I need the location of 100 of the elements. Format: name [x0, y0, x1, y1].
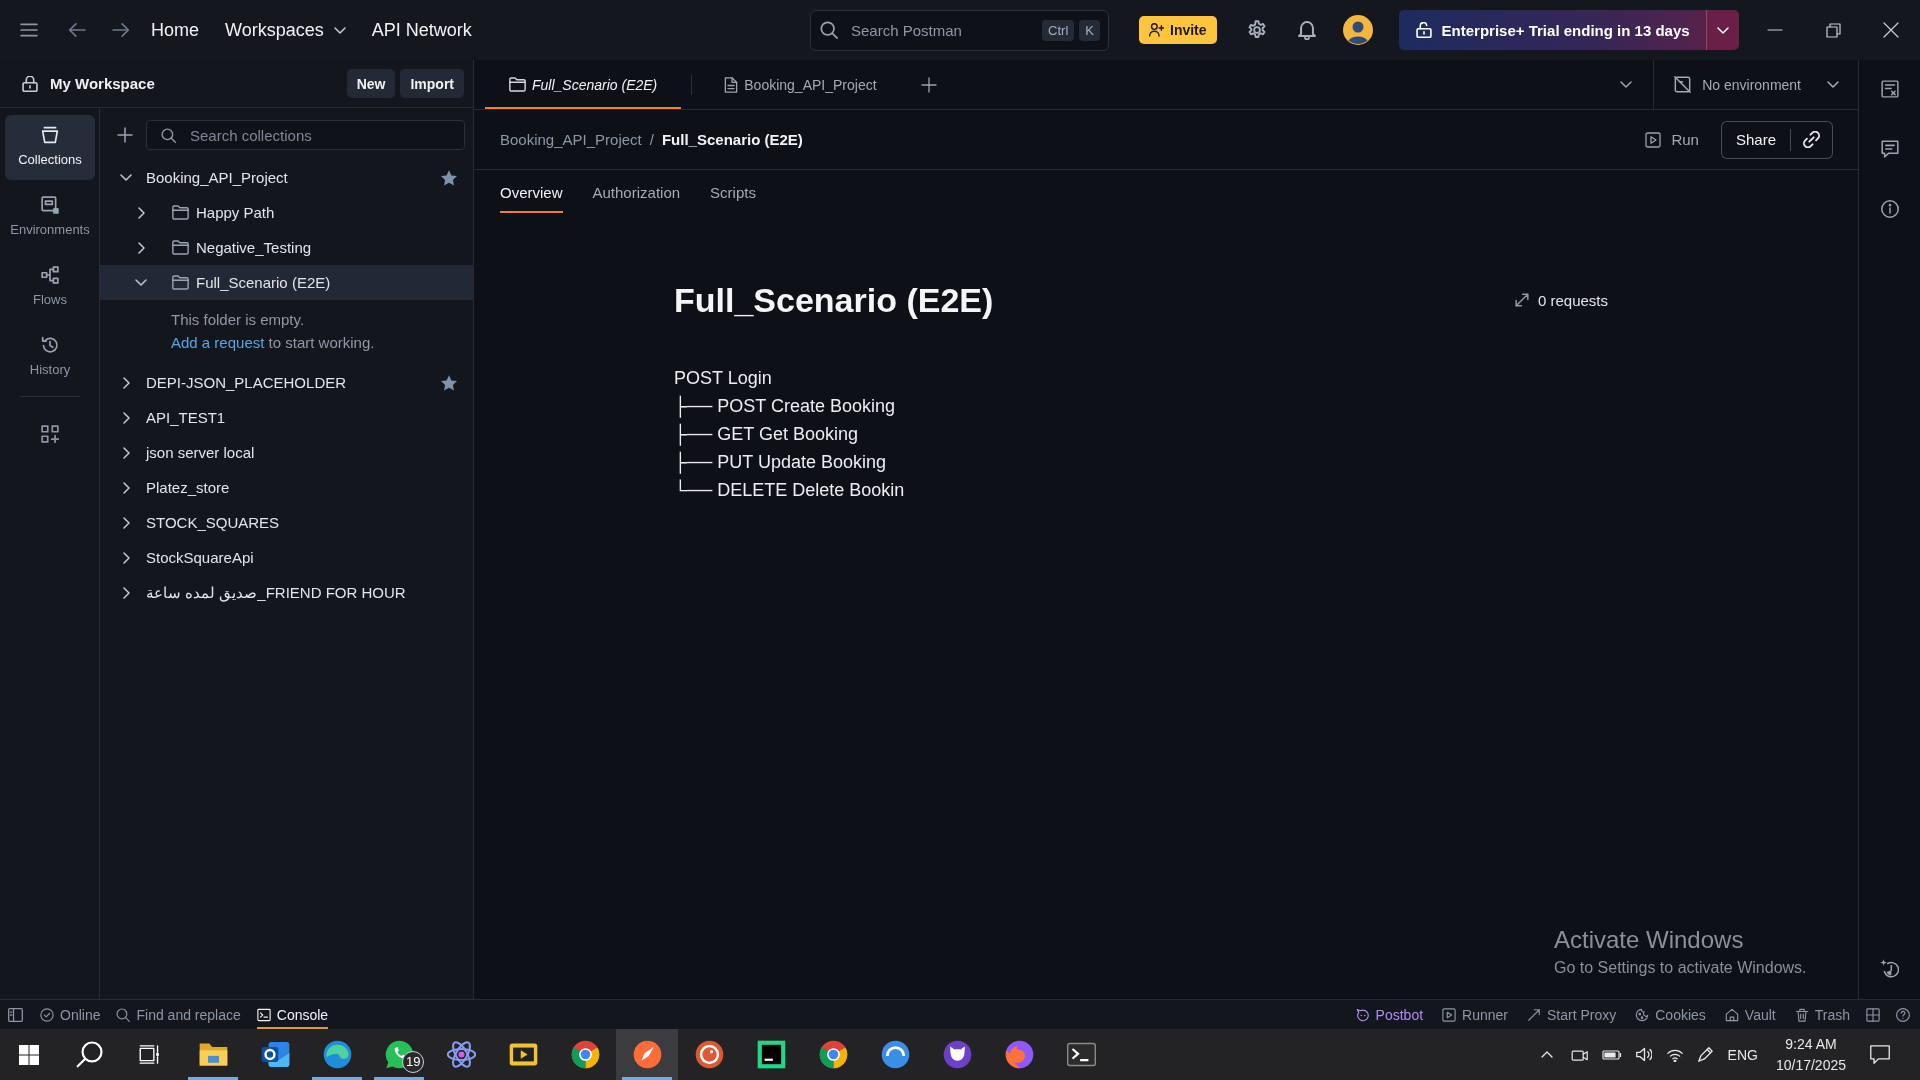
circle-arc-icon: [880, 1040, 910, 1069]
trial-banner-button[interactable]: Enterprise+ Trial ending in 13 days: [1398, 10, 1706, 50]
avatar-icon[interactable]: [1342, 15, 1373, 45]
camera-icon[interactable]: [1570, 1048, 1588, 1061]
nodes-icon: [41, 266, 59, 284]
restore-icon[interactable]: [1826, 22, 1841, 38]
run-button[interactable]: Run: [1645, 131, 1699, 148]
plus-icon[interactable]: [920, 76, 937, 93]
user-plus-icon: [1149, 23, 1164, 37]
grid-icon[interactable]: [1866, 1008, 1880, 1022]
variables-list-icon[interactable]: [1880, 80, 1899, 98]
rail-tab[interactable]: Collections: [5, 115, 95, 180]
rail-tab[interactable]: Environments: [5, 185, 95, 250]
folder-item[interactable]: Happy Path: [100, 195, 473, 230]
check-circle-icon: [40, 1007, 54, 1022]
breadcrumb-link[interactable]: Booking_API_Project: [500, 131, 642, 148]
padlock-icon: [1415, 22, 1432, 38]
collection-item[interactable]: STOCK_SQUARES: [100, 505, 473, 540]
folder-icon: [172, 275, 189, 290]
minimize-icon[interactable]: [1767, 29, 1783, 31]
collection-item[interactable]: json server local: [100, 435, 473, 470]
editor-tab[interactable]: Booking_API_Project: [700, 60, 901, 109]
grid-plus-icon[interactable]: [41, 425, 59, 443]
settings-icon[interactable]: [1246, 20, 1267, 40]
language-indicator[interactable]: ENG: [1727, 1046, 1758, 1063]
folder-icon: [172, 205, 189, 220]
add-request-link[interactable]: Add a request: [171, 334, 265, 351]
notification-bell-icon[interactable]: [1297, 20, 1316, 40]
collection-item[interactable]: صديق لمده ساعة_FRIEND FOR HOUR: [100, 575, 473, 610]
wheel-icon: [570, 1040, 600, 1069]
windows-logo-icon: [19, 1044, 39, 1065]
caret-icon: [1716, 26, 1729, 34]
back-arrow-icon[interactable]: [68, 22, 86, 38]
description-line: └── DELETE Delete Bookin: [674, 478, 905, 502]
status-item[interactable]: Vault: [1724, 1000, 1776, 1029]
notification-icon[interactable]: [1870, 1045, 1890, 1064]
battery-icon[interactable]: [1601, 1049, 1622, 1060]
chevron-down-icon[interactable]: [1620, 81, 1633, 88]
detail-tab[interactable]: Overview: [500, 170, 563, 213]
activation-title: Activate Windows: [1554, 925, 1745, 955]
banner-menu-button[interactable]: [1705, 10, 1739, 50]
nav-link[interactable]: API Network: [371, 13, 472, 47]
editor-tab[interactable]: Full_Scenario (E2E): [485, 60, 682, 109]
status-item[interactable]: Runner: [1442, 1000, 1508, 1029]
clock-time: 9:24 AM: [1785, 1034, 1837, 1054]
forward-arrow-icon[interactable]: [112, 22, 130, 38]
invite-button[interactable]: Invite: [1139, 16, 1217, 44]
status-item[interactable]: Trash: [1794, 1000, 1850, 1029]
copy-link-button[interactable]: [1791, 120, 1833, 159]
help-icon[interactable]: [1896, 1008, 1910, 1022]
close-icon[interactable]: [1883, 22, 1899, 38]
folder-item[interactable]: Full_Scenario (E2E): [100, 265, 473, 300]
plus-icon[interactable]: [117, 127, 133, 143]
diagonal-arrow-icon: [1527, 1007, 1541, 1022]
detail-tab[interactable]: Authorization: [592, 170, 681, 213]
code-tile-icon: [756, 1040, 786, 1069]
import-button[interactable]: Import: [400, 69, 464, 98]
cookie-icon: [1635, 1007, 1650, 1022]
activation-text: Go to Settings to activate Windows.: [1554, 958, 1807, 978]
new-button[interactable]: New: [346, 69, 396, 98]
status-item[interactable]: Find and replace: [116, 1000, 241, 1029]
collection-title: Full_Scenario (E2E): [674, 280, 994, 320]
house-icon: [1724, 1007, 1739, 1022]
ring-icon: [694, 1040, 724, 1069]
speaker-icon[interactable]: [1635, 1047, 1652, 1062]
comment-icon[interactable]: [1880, 140, 1899, 158]
mail-app-icon: [260, 1040, 290, 1069]
nav-link[interactable]: Home: [151, 13, 199, 47]
nav-dropdown[interactable]: Workspaces: [225, 13, 346, 47]
taskbar-app-button[interactable]: 19: [368, 1029, 430, 1080]
detail-tab[interactable]: Scripts: [710, 170, 756, 213]
info-icon[interactable]: [1880, 200, 1899, 218]
swirl-globe-icon: [1004, 1040, 1034, 1069]
rail-tab[interactable]: Flows: [5, 255, 95, 320]
collection-item[interactable]: Platez_store: [100, 470, 473, 505]
wifi-icon[interactable]: [1666, 1047, 1683, 1062]
wheel-icon: [818, 1040, 848, 1069]
pen-icon[interactable]: [1697, 1047, 1713, 1062]
folder-item[interactable]: Negative_Testing: [100, 230, 473, 265]
orbit-icon: [446, 1040, 476, 1069]
status-item[interactable]: Online: [40, 1000, 101, 1029]
shortcut-key: Ctrl: [1042, 19, 1075, 41]
task-view-icon: [138, 1044, 160, 1065]
sparkle-dial-icon[interactable]: [1880, 959, 1899, 978]
rail-tab[interactable]: History: [5, 325, 95, 390]
sidebar-toggle-icon[interactable]: [8, 1008, 23, 1022]
collection-item[interactable]: Booking_API_Project: [100, 160, 473, 195]
status-item[interactable]: Postbot: [1355, 1000, 1424, 1029]
description-line: POST Login: [674, 367, 772, 390]
status-item[interactable]: Cookies: [1635, 1000, 1706, 1029]
folder-icon: [509, 77, 526, 92]
chevron-up-icon[interactable]: [1540, 1051, 1553, 1058]
menu-icon[interactable]: [20, 23, 38, 37]
collection-item[interactable]: DEPI-JSON_PLACEHOLDER: [100, 365, 473, 400]
status-item[interactable]: Start Proxy: [1527, 1000, 1617, 1029]
history-icon: [41, 336, 59, 354]
search-field[interactable]: Search collections: [146, 120, 465, 150]
collection-item[interactable]: API_TEST1: [100, 400, 473, 435]
empty-folder-hint: Add a request to start working.: [171, 333, 376, 353]
collection-item[interactable]: StockSquareApi: [100, 540, 473, 575]
